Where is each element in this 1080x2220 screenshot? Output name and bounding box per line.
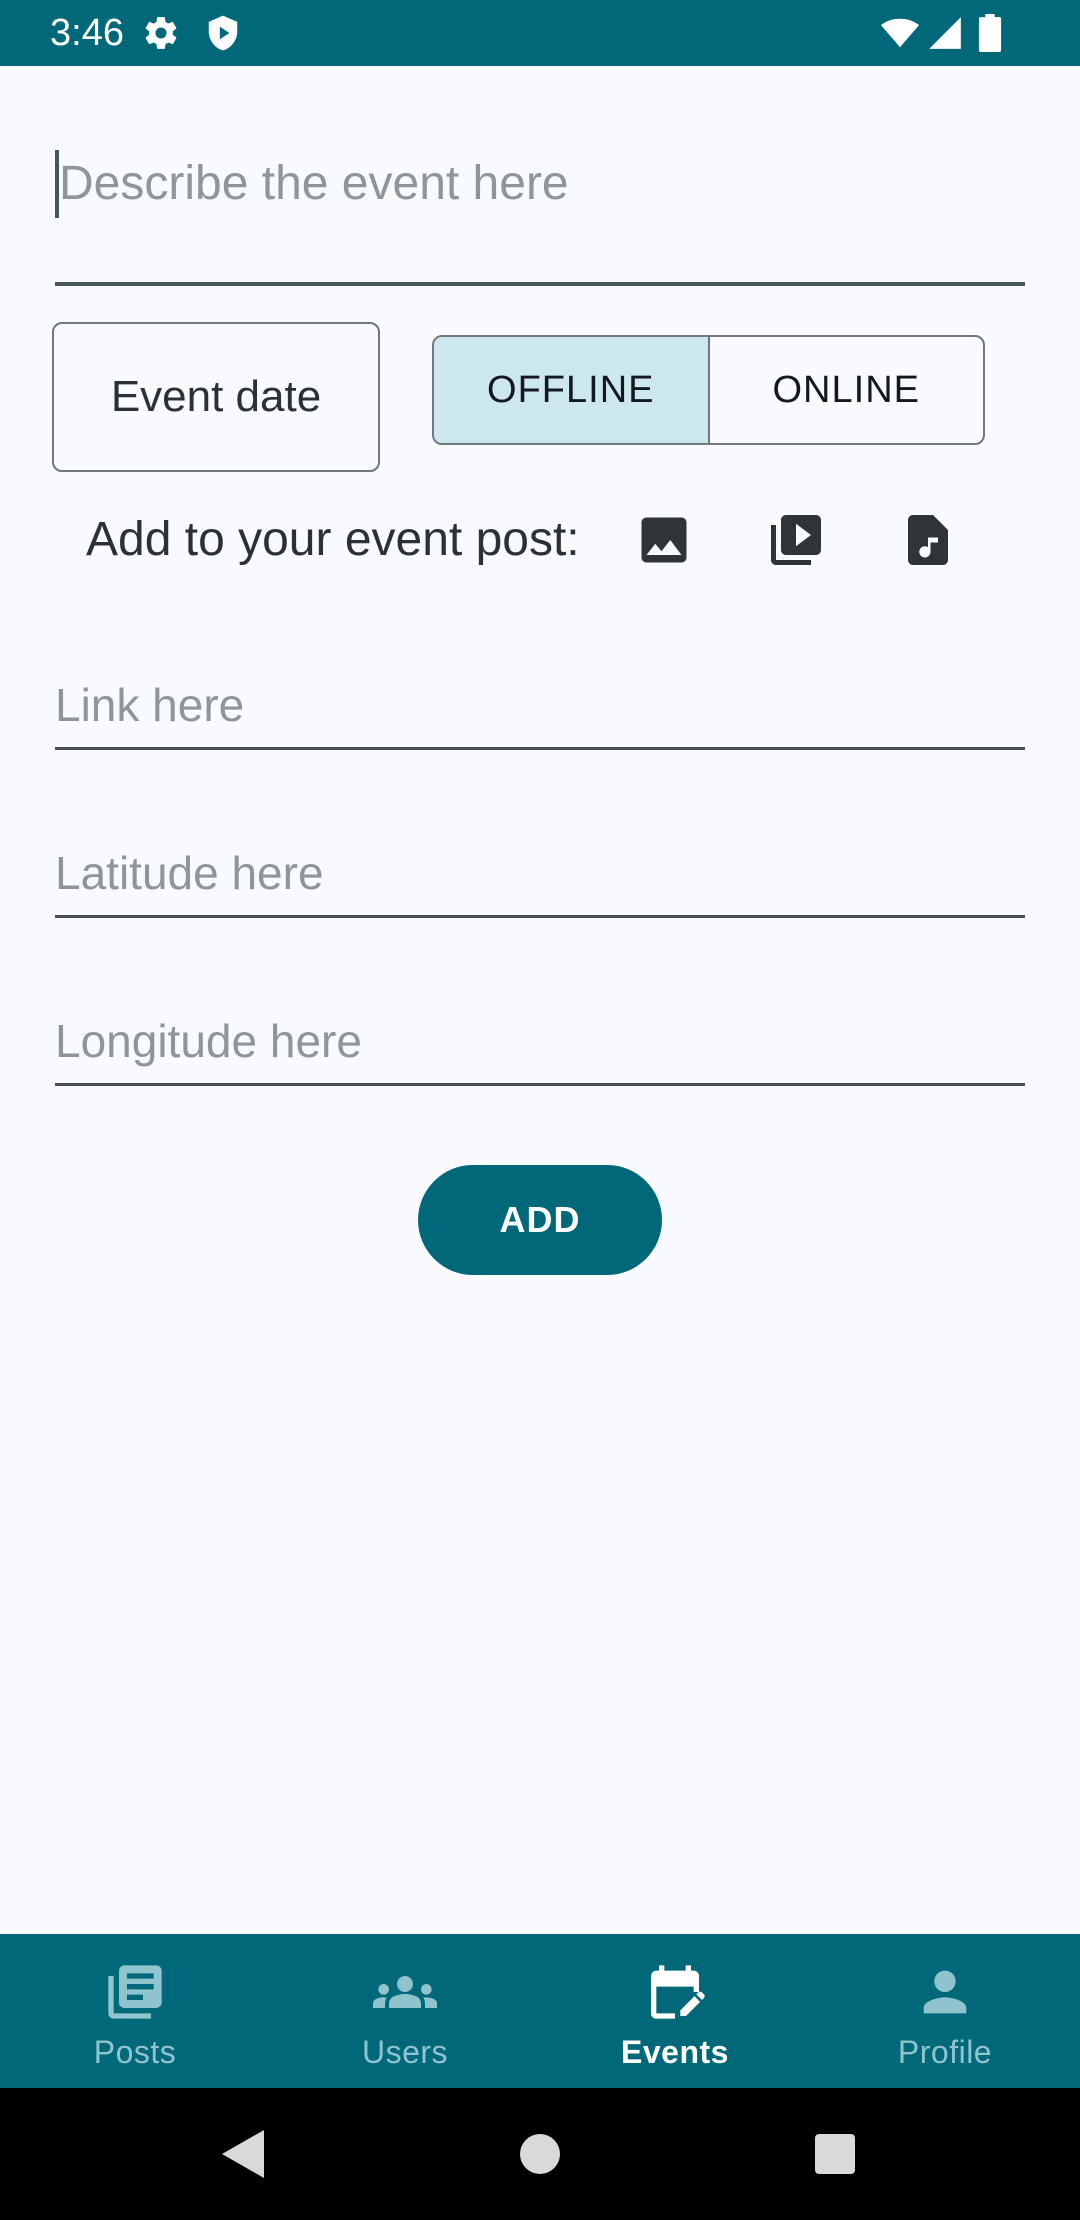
system-navigation-bar: [0, 2088, 1080, 2220]
back-icon[interactable]: [222, 2130, 264, 2183]
battery-icon: [976, 14, 1004, 57]
description-placeholder: Describe the event here: [59, 157, 569, 210]
group-icon: [373, 1960, 437, 2024]
longitude-input[interactable]: Longitude here: [55, 1014, 1025, 1086]
video-library-icon[interactable]: [766, 510, 826, 570]
status-bar: 3:46: [0, 0, 1080, 66]
signal-icon: [926, 14, 964, 57]
link-input[interactable]: Link here: [55, 678, 1025, 750]
link-placeholder: Link here: [55, 679, 245, 731]
add-button[interactable]: ADD: [418, 1165, 662, 1275]
edit-calendar-icon: [643, 1960, 707, 2024]
longitude-placeholder: Longitude here: [55, 1015, 362, 1067]
home-icon[interactable]: [519, 2133, 561, 2180]
article-icon: [103, 1960, 167, 2024]
offline-toggle-button[interactable]: OFFLINE: [434, 337, 710, 443]
nav-item-posts[interactable]: Posts: [0, 1934, 270, 2088]
latitude-placeholder: Latitude here: [55, 847, 324, 899]
nav-item-users[interactable]: Users: [270, 1934, 540, 2088]
audio-file-icon[interactable]: [898, 510, 958, 570]
nav-item-events[interactable]: Events: [540, 1934, 810, 2088]
person-icon: [913, 1960, 977, 2024]
nav-label-users: Users: [361, 2034, 449, 2070]
latitude-input[interactable]: Latitude here: [55, 846, 1025, 918]
attach-label: Add to your event post:: [86, 513, 580, 566]
recents-icon[interactable]: [814, 2133, 856, 2180]
nav-label-events: Events: [621, 2034, 729, 2070]
online-toggle-button[interactable]: ONLINE: [710, 337, 984, 443]
image-icon[interactable]: [634, 510, 694, 570]
status-time: 3:46: [50, 12, 124, 54]
nav-item-profile[interactable]: Profile: [810, 1934, 1080, 2088]
description-field[interactable]: Describe the event here: [55, 140, 1025, 286]
shield-play-icon: [204, 14, 242, 57]
bottom-navigation: Posts Users Events Profile: [0, 1934, 1080, 2088]
wifi-icon: [880, 14, 920, 57]
event-date-button[interactable]: Event date: [52, 322, 380, 472]
nav-label-profile: Profile: [897, 2034, 993, 2070]
settings-icon: [142, 14, 180, 57]
event-type-toggle: OFFLINE ONLINE: [432, 335, 985, 445]
nav-label-posts: Posts: [93, 2034, 177, 2070]
